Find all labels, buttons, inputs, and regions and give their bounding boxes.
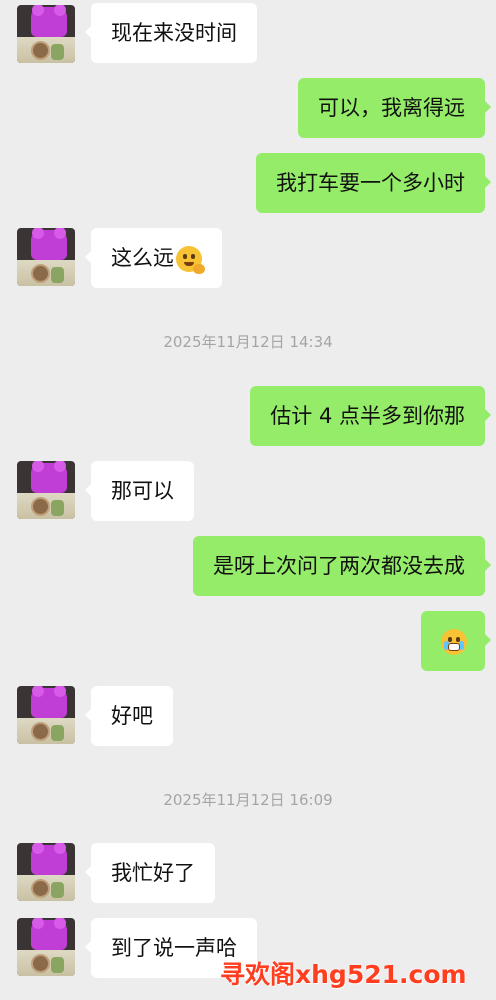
message-bubble[interactable] [421,611,491,671]
avatar[interactable] [17,843,75,901]
message-text: 我忙好了 [111,861,195,885]
message-text: 估计 4 点半多到你那 [270,404,465,428]
message-bubble[interactable]: 现在来没时间 [85,3,257,63]
avatar[interactable] [17,686,75,744]
crying-face-icon [441,629,467,655]
message-bubble[interactable]: 这么远 [85,228,222,288]
message-text: 现在来没时间 [111,21,237,45]
avatar[interactable] [17,461,75,519]
message-bubble[interactable]: 可以，我离得远 [298,78,491,138]
message-text: 我打车要一个多小时 [276,171,465,195]
message-text: 好吧 [111,704,153,728]
message-text: 那可以 [111,479,174,503]
message-bubble[interactable]: 我打车要一个多小时 [256,153,491,213]
message-bubble[interactable]: 是呀上次问了两次都没去成 [193,536,491,596]
message-text: 是呀上次问了两次都没去成 [213,554,465,578]
message-bubble[interactable]: 那可以 [85,461,194,521]
message-text: 可以，我离得远 [318,96,465,120]
timestamp: 2025年11月12日 14:34 [163,333,333,351]
timestamp: 2025年11月12日 16:09 [163,791,333,809]
message-bubble[interactable]: 我忙好了 [85,843,215,903]
avatar[interactable] [17,5,75,63]
thinking-face-icon [176,246,205,274]
watermark: 寻欢阁xhg521.com [220,960,467,989]
message-bubble[interactable]: 好吧 [85,686,173,746]
avatar[interactable] [17,228,75,286]
message-text: 到了说一声哈 [111,936,237,960]
message-bubble[interactable]: 估计 4 点半多到你那 [250,386,491,446]
avatar[interactable] [17,918,75,976]
message-text: 这么远 [111,246,174,270]
